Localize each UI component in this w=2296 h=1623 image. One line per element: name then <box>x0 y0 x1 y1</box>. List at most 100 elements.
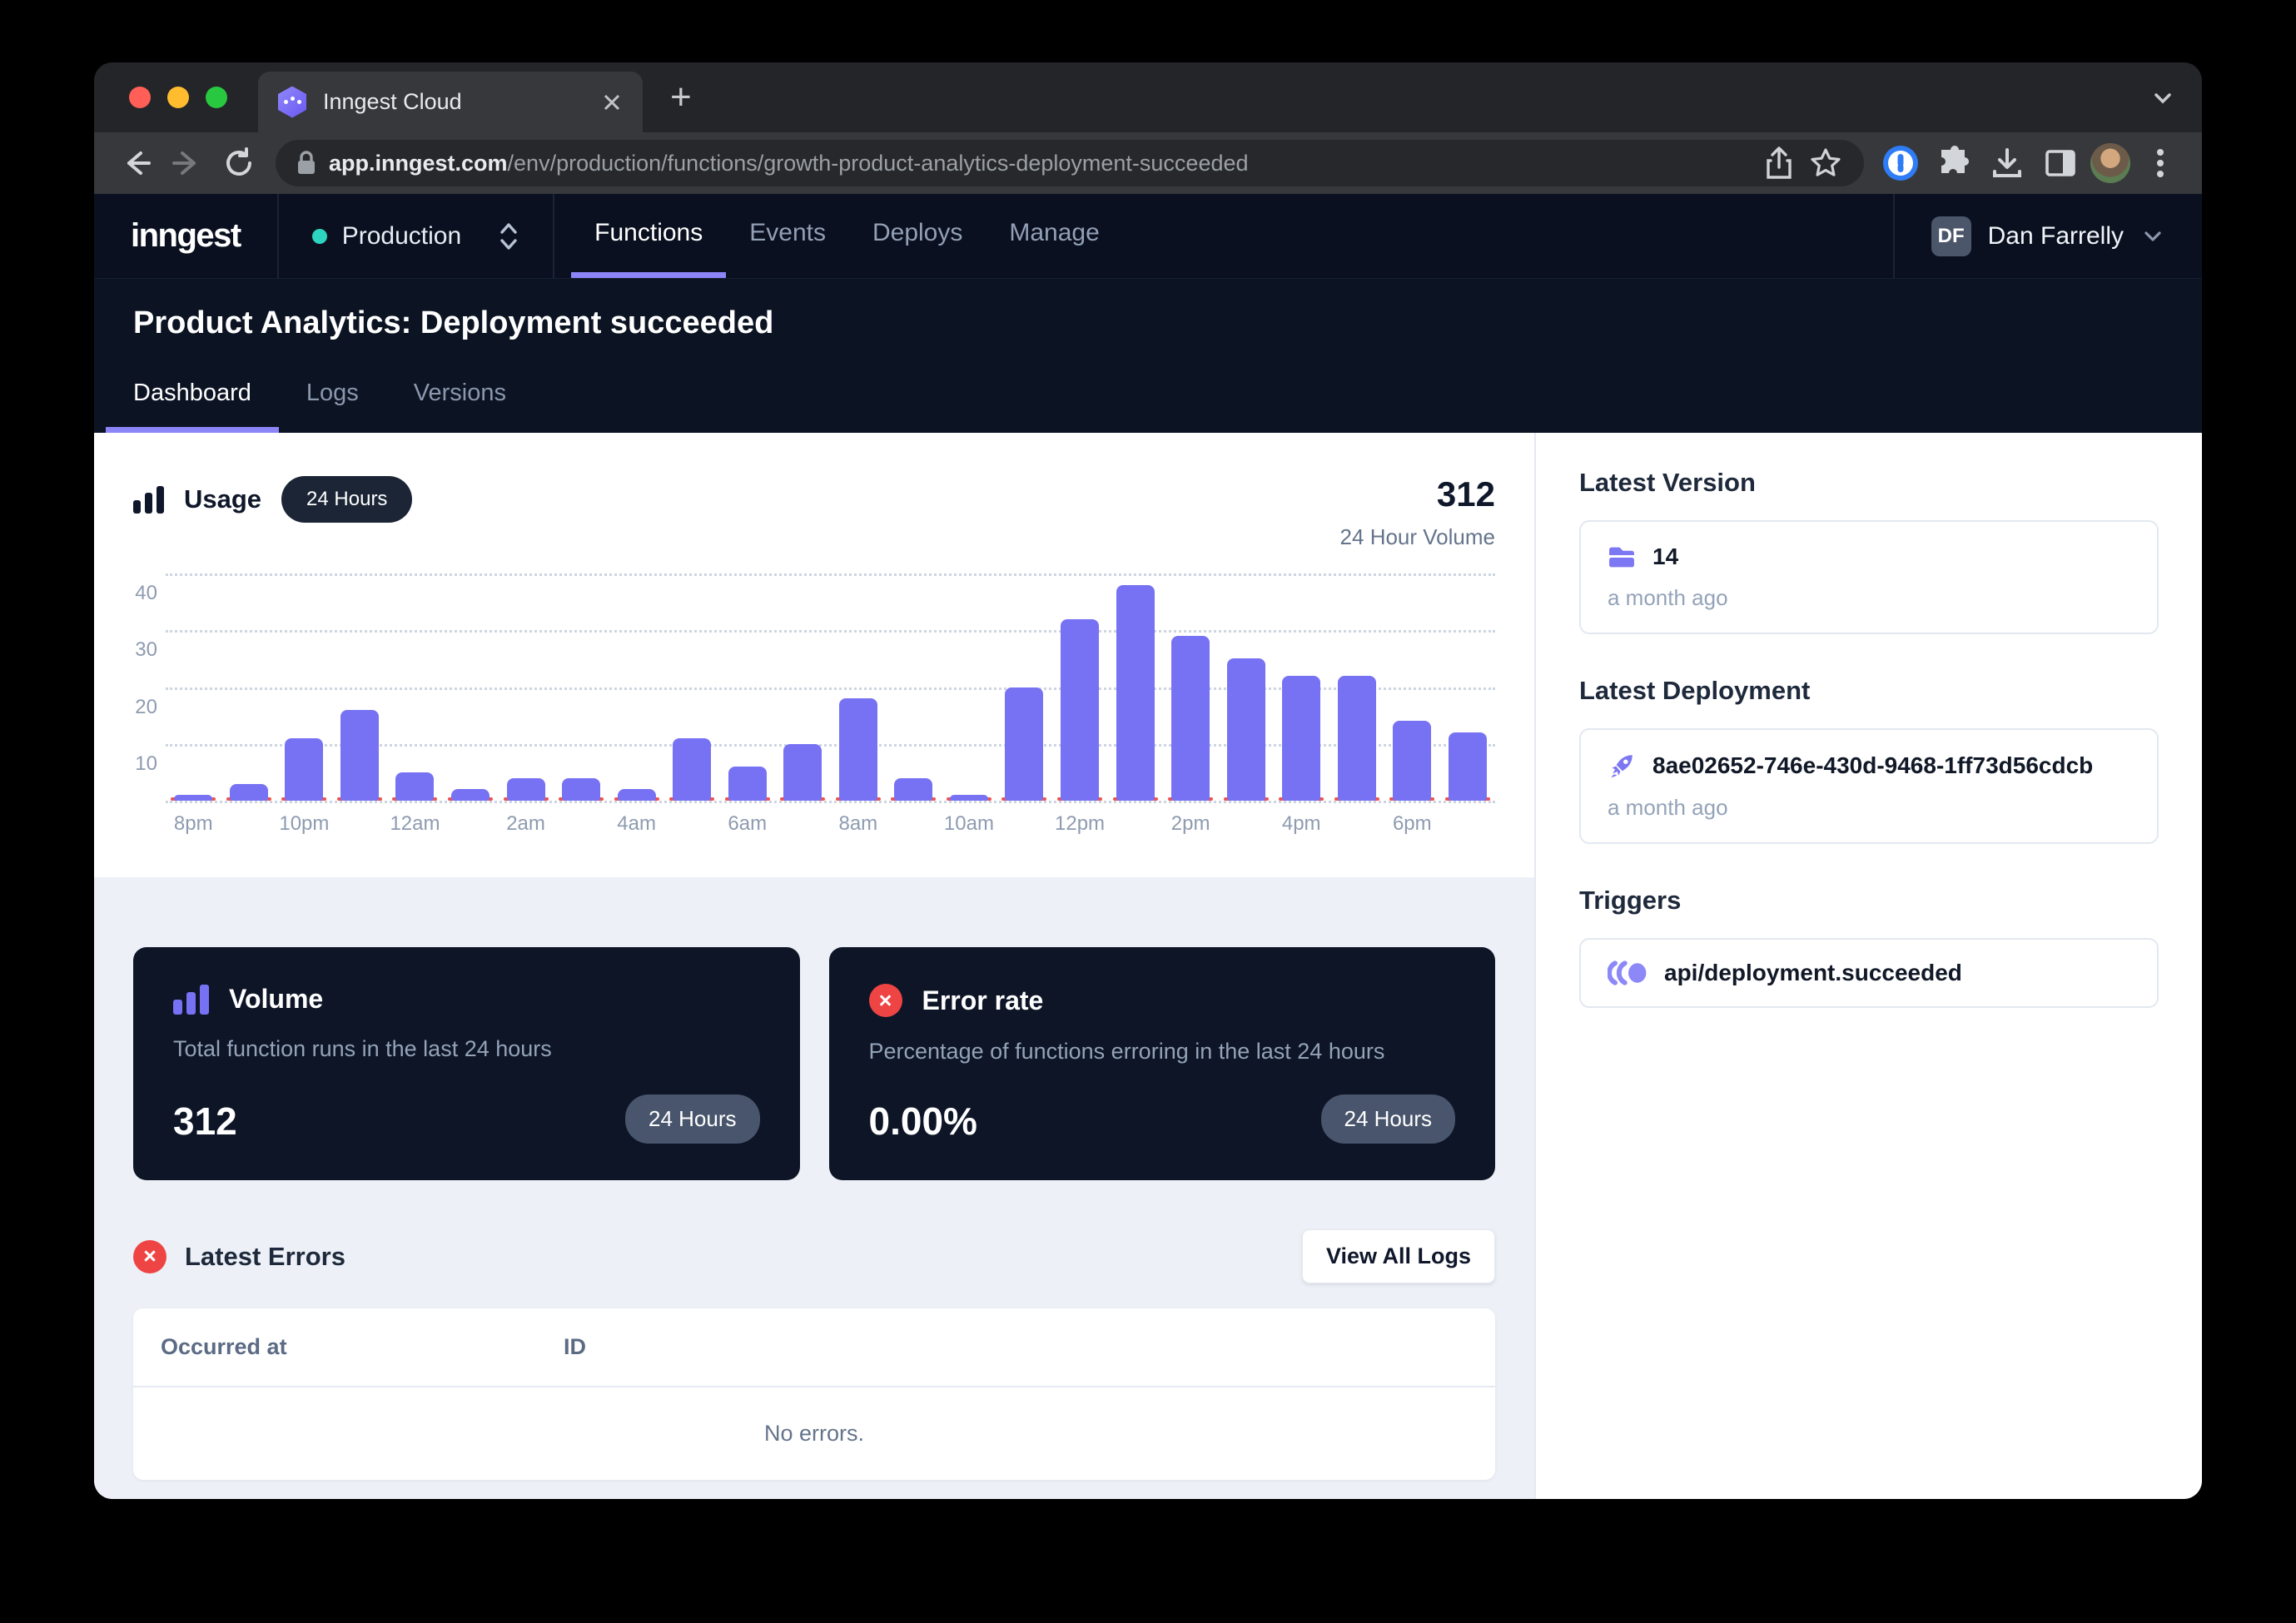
url-bar[interactable]: app.inngest.com/env/production/functions… <box>276 140 1864 186</box>
zoom-window-button[interactable] <box>206 87 227 108</box>
x-axis-tick <box>221 836 277 841</box>
nav-link-deploys[interactable]: Deploys <box>849 194 986 278</box>
environment-label: Production <box>342 222 461 251</box>
usage-total-label: 24 Hour Volume <box>1340 524 1495 550</box>
browser-window: Inngest Cloud + app.inngest.com/env/prod… <box>94 62 2202 1499</box>
errors-empty-state: No errors. <box>133 1387 1495 1480</box>
bar-slot <box>166 548 221 801</box>
forward-button[interactable] <box>164 140 211 186</box>
latest-version-card[interactable]: 14 a month ago <box>1579 520 2159 634</box>
detail-sidebar: Latest Version 14 a month ago Latest Dep… <box>1534 433 2202 1499</box>
usage-bar <box>507 778 545 801</box>
tab-versions[interactable]: Versions <box>386 380 534 433</box>
error-rate-card: × Error rate Percentage of functions err… <box>829 947 1496 1180</box>
extensions-puzzle-icon[interactable] <box>1931 140 1977 186</box>
app-navbar: inngest Production Functions Events Depl… <box>94 194 2202 278</box>
tab-search-chevron-icon[interactable] <box>2149 84 2177 112</box>
rocket-icon <box>1608 752 1636 780</box>
bookmark-star-icon[interactable] <box>1802 140 1849 186</box>
error-rate-range-badge: 24 Hours <box>1321 1094 1456 1144</box>
back-button[interactable] <box>112 140 159 186</box>
browser-tab[interactable]: Inngest Cloud <box>258 72 643 132</box>
bar-slot <box>498 548 554 801</box>
bar-slot <box>831 548 887 801</box>
download-icon[interactable] <box>1984 140 2030 186</box>
usage-bar <box>1338 676 1376 801</box>
usage-bar <box>783 744 822 801</box>
bar-slot <box>775 548 831 801</box>
usage-bar <box>1116 585 1155 801</box>
bar-slot <box>221 548 277 801</box>
usage-bar <box>1061 619 1099 801</box>
latest-version-value: 14 <box>1652 543 1678 570</box>
new-tab-button[interactable]: + <box>670 79 692 116</box>
browser-profile-avatar[interactable] <box>2090 143 2130 183</box>
usage-total-value: 312 <box>1340 476 1495 513</box>
usage-bar <box>950 795 988 801</box>
toolbar-extensions <box>1877 140 2184 186</box>
usage-section: Usage 24 Hours 312 24 Hour Volume 102030… <box>94 433 1534 877</box>
page-content: Usage 24 Hours 312 24 Hour Volume 102030… <box>94 433 2202 1499</box>
volume-range-badge: 24 Hours <box>625 1094 760 1144</box>
x-axis-tick <box>332 836 388 841</box>
environment-status-dot <box>312 229 327 244</box>
bar-slot <box>886 548 942 801</box>
close-window-button[interactable] <box>129 87 151 108</box>
usage-bar <box>340 710 379 801</box>
errors-table: Occurred at ID No errors. <box>133 1308 1495 1480</box>
bar-slot <box>1107 548 1163 801</box>
column-id: ID <box>564 1334 1495 1360</box>
event-trigger-icon <box>1608 960 1647 986</box>
inngest-logo[interactable]: inngest <box>94 194 277 278</box>
column-occurred-at: Occurred at <box>133 1334 564 1360</box>
view-all-logs-button[interactable]: View All Logs <box>1302 1229 1495 1283</box>
trigger-card[interactable]: api/deployment.succeeded <box>1579 938 2159 1008</box>
tab-title: Inngest Cloud <box>323 89 601 115</box>
nav-link-events[interactable]: Events <box>726 194 849 278</box>
y-axis-tick: 40 <box>135 582 157 605</box>
x-axis-tick: 4pm <box>1274 812 1329 841</box>
reload-button[interactable] <box>216 140 262 186</box>
usage-bar <box>1393 721 1431 801</box>
environment-switcher[interactable]: Production <box>279 194 553 278</box>
browser-menu-icon[interactable] <box>2137 140 2184 186</box>
environment-caret-icon <box>498 220 519 253</box>
bar-slot <box>1163 548 1219 801</box>
bar-slot <box>554 548 609 801</box>
browser-tabstrip: Inngest Cloud + <box>94 62 2202 132</box>
side-panel-icon[interactable] <box>2037 140 2084 186</box>
tab-dashboard[interactable]: Dashboard <box>106 380 279 433</box>
bar-slot <box>1329 548 1384 801</box>
nav-link-functions[interactable]: Functions <box>571 194 726 278</box>
usage-bar <box>673 738 711 801</box>
usage-bar <box>1171 636 1210 801</box>
tab-logs[interactable]: Logs <box>279 380 386 433</box>
usage-bar <box>451 789 490 801</box>
lock-icon <box>296 150 317 176</box>
volume-card: Volume Total function runs in the last 2… <box>133 947 800 1180</box>
errors-table-header: Occurred at ID <box>133 1308 1495 1386</box>
user-menu[interactable]: DF Dan Farrelly <box>1895 194 2202 278</box>
usage-chart-x-axis: 8pm10pm12am2am4am6am8am10am12pm2pm4pm6pm <box>166 801 1495 841</box>
x-axis-tick <box>1329 836 1384 841</box>
error-rate-value: 0.00% <box>869 1099 977 1144</box>
usage-bar <box>618 789 656 801</box>
usage-chart-plot <box>166 548 1495 801</box>
x-axis-tick: 4am <box>609 812 664 841</box>
latest-version-heading: Latest Version <box>1579 468 2159 498</box>
minimize-window-button[interactable] <box>167 87 189 108</box>
usage-range-badge: 24 Hours <box>281 476 412 523</box>
nav-link-manage[interactable]: Manage <box>986 194 1122 278</box>
error-rate-title: Error rate <box>922 985 1044 1016</box>
share-icon[interactable] <box>1756 140 1802 186</box>
window-controls[interactable] <box>129 87 227 108</box>
close-tab-icon[interactable] <box>601 92 623 113</box>
usage-chart-y-axis: 10203040 <box>133 548 166 801</box>
bar-slot <box>1440 548 1496 801</box>
user-name: Dan Farrelly <box>1988 222 2124 251</box>
x-axis-tick <box>996 836 1052 841</box>
x-axis-tick: 6am <box>719 812 775 841</box>
x-axis-tick <box>664 836 720 841</box>
latest-deployment-card[interactable]: 8ae02652-746e-430d-9468-1ff73d56cdcb a m… <box>1579 728 2159 844</box>
onepassword-extension-icon[interactable] <box>1877 140 1924 186</box>
